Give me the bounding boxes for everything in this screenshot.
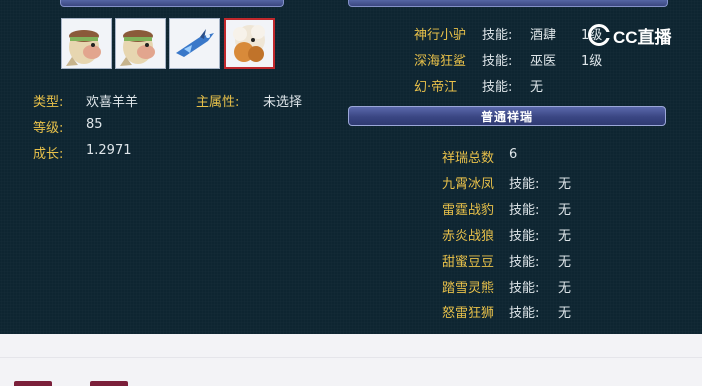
auspicious-item-name: 雷霆战豹: [442, 203, 495, 218]
auspicious-skill-value: 无: [558, 177, 572, 192]
mount-name: 深海狂鲨: [414, 54, 467, 69]
cc-live-watermark: CC直播: [588, 22, 672, 48]
sheep-pet-icon: [120, 30, 155, 66]
type-value: 欢喜羊羊: [86, 95, 139, 110]
level-value: 85: [86, 117, 103, 132]
pet-slot-4-selected[interactable]: [224, 18, 275, 69]
sheep-pet-icon: [66, 30, 101, 66]
auspicious-skill-label: 技能:: [509, 306, 540, 321]
mount-level: 1级: [581, 54, 603, 69]
main-attribute-label: 主属性:: [196, 95, 240, 110]
auspicious-item-name: 怒雷狂狮: [442, 306, 495, 321]
mount-skill-label: 技能:: [482, 80, 513, 95]
main-attribute-value: 未选择: [263, 95, 303, 110]
auspicious-total-label: 祥瑞总数: [442, 151, 495, 166]
auspicious-skill-value: 无: [558, 203, 572, 218]
auspicious-skill-value: 无: [558, 255, 572, 270]
watermark-text: CC直播: [613, 27, 672, 47]
header-bar-right: [348, 0, 668, 7]
mount-skill-value: 无: [530, 80, 544, 95]
page-footer-band: [0, 334, 702, 386]
section-title-bar: 普通祥瑞: [348, 106, 666, 126]
cc-live-logo-icon: [588, 24, 612, 46]
auspicious-skill-label: 技能:: [509, 229, 540, 244]
blue-jet-icon: [176, 29, 214, 57]
bottom-tab-left[interactable]: [14, 381, 52, 386]
footer-divider: [0, 357, 702, 358]
auspicious-skill-label: 技能:: [509, 281, 540, 296]
level-label: 等级:: [33, 121, 64, 136]
auspicious-skill-value: 无: [558, 281, 572, 296]
mount-skill-value: 巫医: [530, 54, 557, 69]
pet-slot-2[interactable]: [115, 18, 166, 69]
auspicious-item-name: 踏雪灵熊: [442, 281, 495, 296]
mount-skill-label: 技能:: [482, 28, 513, 43]
brown-sheep-pet-icon: [233, 25, 265, 62]
growth-value: 1.2971: [86, 143, 132, 158]
auspicious-skill-label: 技能:: [509, 255, 540, 270]
auspicious-item-name: 赤炎战狼: [442, 229, 495, 244]
auspicious-skill-value: 无: [558, 229, 572, 244]
auspicious-skill-value: 无: [558, 306, 572, 321]
auspicious-item-name: 甜蜜豆豆: [442, 255, 495, 270]
mount-skill-value: 酒肆: [530, 28, 557, 43]
auspicious-total-value: 6: [509, 147, 518, 162]
auspicious-skill-label: 技能:: [509, 203, 540, 218]
header-bar-left: [60, 0, 284, 7]
type-label: 类型:: [33, 95, 64, 110]
mount-name: 神行小驴: [414, 28, 467, 43]
growth-label: 成长:: [33, 147, 64, 162]
auspicious-item-name: 九霄冰凤: [442, 177, 495, 192]
pet-slot-3[interactable]: [169, 18, 220, 69]
pet-slot-1[interactable]: [61, 18, 112, 69]
mount-name: 幻·帝江: [414, 80, 458, 95]
bottom-tab-right[interactable]: [90, 381, 128, 386]
pet-info-panel: 类型: 欢喜羊羊 主属性: 未选择 等级: 85 成长: 1.2971 神行小驴…: [0, 0, 702, 334]
mount-skill-label: 技能:: [482, 54, 513, 69]
auspicious-skill-label: 技能:: [509, 177, 540, 192]
